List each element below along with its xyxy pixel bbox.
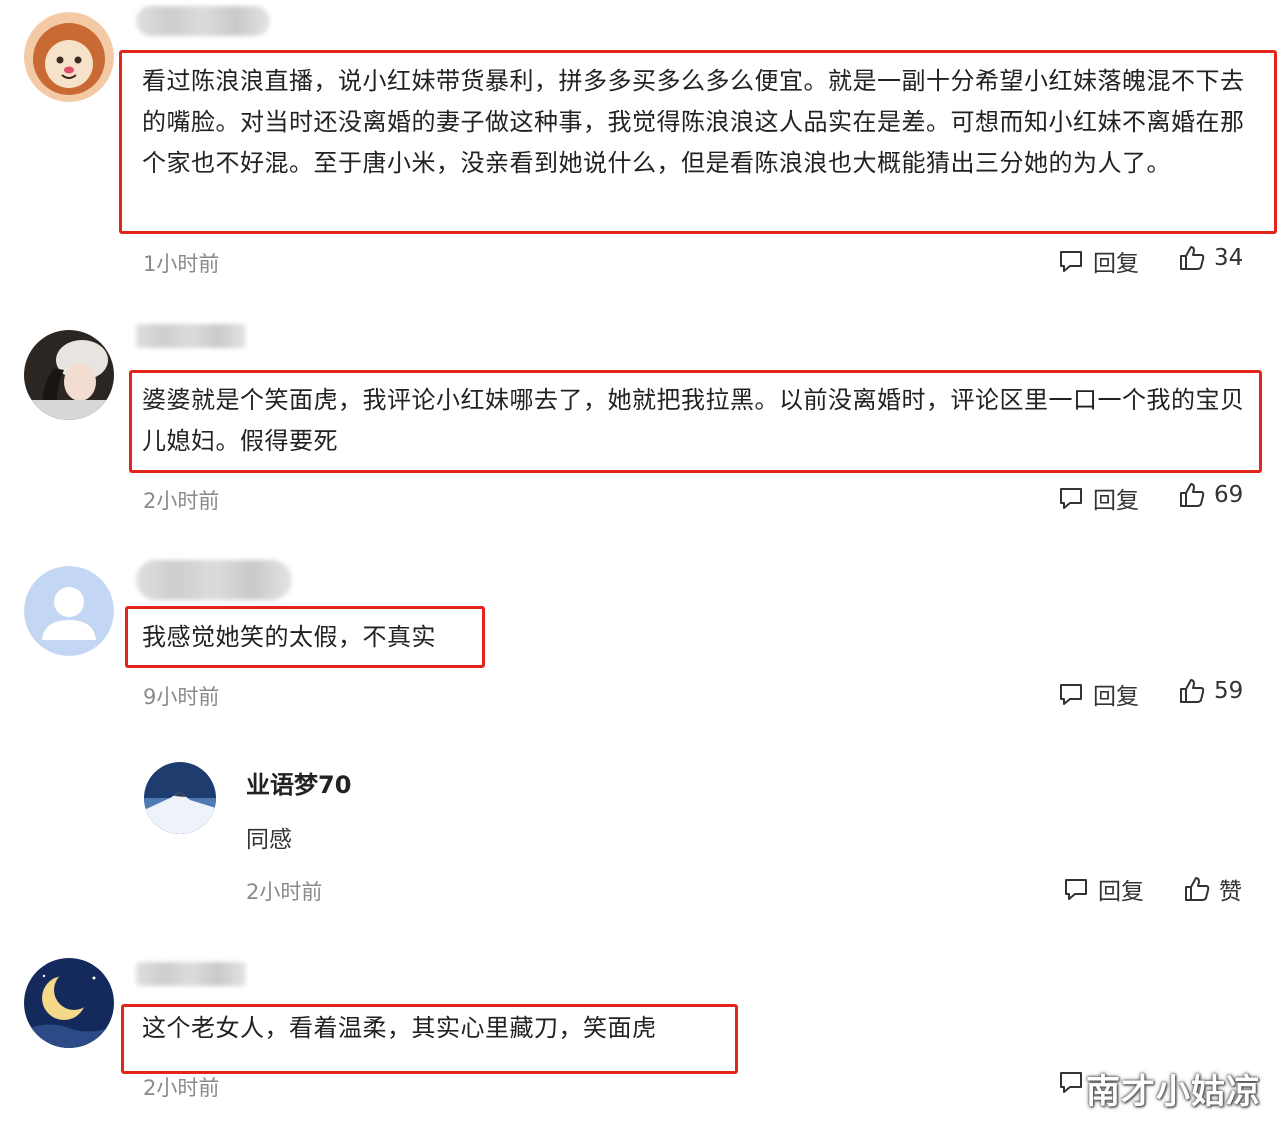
highlight-box [119, 50, 1277, 234]
comment-time: 9小时前 [143, 685, 220, 709]
comment-bubble-icon [1057, 247, 1085, 275]
thumbs-up-icon [1178, 244, 1206, 272]
like-label: 赞 [1219, 879, 1242, 905]
like-count: 69 [1214, 482, 1244, 508]
like-button[interactable]: 69 [1178, 481, 1243, 509]
lion-avatar[interactable] [24, 12, 114, 102]
comment-time: 2小时前 [143, 1076, 220, 1100]
highlight-box [121, 1004, 738, 1074]
reply-label: 回复 [1098, 879, 1144, 905]
blurred-username [136, 560, 292, 600]
highlight-box [129, 370, 1262, 473]
like-button[interactable]: 59 [1178, 677, 1243, 705]
reply-button[interactable]: 回复 [1057, 677, 1139, 711]
girl-photo-avatar[interactable] [24, 330, 114, 420]
comment-bubble-icon [1062, 875, 1090, 903]
reply-label: 回复 [1093, 488, 1139, 514]
thumbs-up-icon [1178, 481, 1206, 509]
reply-label: 回复 [1093, 251, 1139, 277]
crescent-moon-avatar[interactable] [24, 958, 114, 1048]
comment-bubble-icon [1057, 680, 1085, 708]
reply-button[interactable]: 回复 [1057, 481, 1139, 515]
comment-time: 2小时前 [143, 489, 220, 513]
highlight-box [125, 606, 485, 668]
thumbs-up-icon [1183, 875, 1211, 903]
reply-button[interactable]: 回复 [1062, 872, 1144, 906]
reply-button[interactable]: 回复 [1057, 244, 1139, 278]
default-user-avatar[interactable] [24, 566, 114, 656]
like-button[interactable]: 34 [1178, 244, 1243, 272]
snow-mountain-avatar[interactable] [144, 762, 216, 834]
like-count: 59 [1214, 678, 1244, 704]
reply-text: 同感 [246, 827, 292, 853]
like-button[interactable]: 赞 [1183, 872, 1242, 906]
reply-button[interactable] [1057, 1068, 1085, 1096]
blurred-username [136, 6, 270, 36]
like-count: 34 [1214, 245, 1244, 271]
reply-username[interactable]: 业语梦70 [246, 765, 351, 800]
comment-time: 1小时前 [143, 252, 220, 276]
blurred-username [136, 324, 246, 348]
blurred-username [136, 962, 246, 986]
comment-bubble-icon [1057, 484, 1085, 512]
comment-bubble-icon [1057, 1068, 1085, 1096]
watermark: 南才小姑凉 [1086, 1072, 1261, 1112]
thumbs-up-icon [1178, 677, 1206, 705]
reply-time: 2小时前 [246, 880, 323, 904]
reply-label: 回复 [1093, 684, 1139, 710]
